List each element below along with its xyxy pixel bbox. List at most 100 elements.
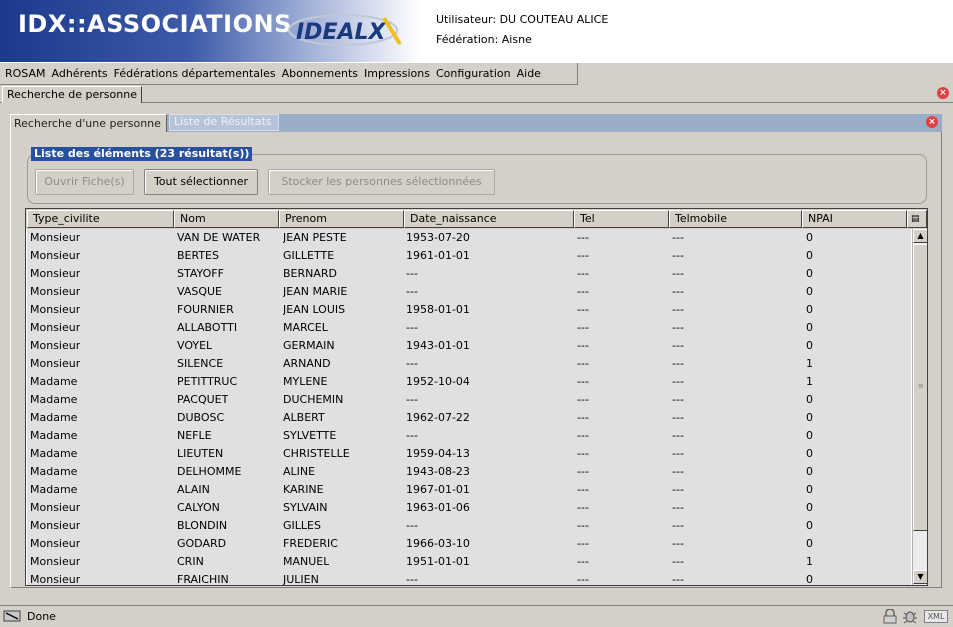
cell-npai: 0 (806, 429, 813, 442)
table-row[interactable]: Madame PETITTRUC MYLENE 1952-10-04 --- --- 1 (27, 373, 911, 391)
tab-recherche-personne-inner[interactable]: Recherche d'une personne (10, 114, 167, 133)
menu-configuration[interactable]: Configuration (433, 67, 514, 80)
menu-federations[interactable]: Fédérations départementales (111, 67, 279, 80)
table-row[interactable]: Monsieur CRIN MANUEL 1951-01-01 --- --- 1 (27, 553, 911, 571)
table-row[interactable]: Madame PACQUET DUCHEMIN --- --- --- 0 (27, 391, 911, 409)
table-row[interactable]: Monsieur BLONDIN GILLES --- --- --- 0 (27, 517, 911, 535)
col-type-civilite[interactable]: Type_civilite (27, 210, 174, 228)
table-row[interactable]: Madame ALAIN KARINE 1967-01-01 --- --- 0 (27, 481, 911, 499)
lock-icon (883, 609, 897, 624)
cell-npai: 0 (806, 537, 813, 550)
cell-prenom: ALBERT (283, 411, 325, 424)
col-date-naissance[interactable]: Date_naissance (404, 210, 574, 228)
table-row[interactable]: Monsieur FOURNIER JEAN LOUIS 1958-01-01 --- -… (27, 301, 911, 319)
cell-prenom: GILLES (283, 519, 321, 532)
close-tab-icon[interactable]: × (937, 87, 949, 99)
cell-npai: 0 (806, 231, 813, 244)
cell-tel: --- (577, 267, 589, 280)
scroll-thumb[interactable]: ≡ (913, 244, 927, 531)
cell-npai: 0 (806, 267, 813, 280)
table-row[interactable]: Monsieur VASQUE JEAN MARIE --- --- --- 0 (27, 283, 911, 301)
vertical-scrollbar[interactable]: ▲ ≡ ▼ (912, 229, 927, 585)
cell-npai: 0 (806, 249, 813, 262)
table-row[interactable]: Monsieur ALLABOTTI MARCEL --- --- --- 0 (27, 319, 911, 337)
cell-prenom: DUCHEMIN (283, 393, 344, 406)
cell-nom: DELHOMME (177, 465, 242, 478)
cell-nom: PACQUET (177, 393, 229, 406)
cell-telmobile: --- (672, 339, 684, 352)
cell-telmobile: --- (672, 501, 684, 514)
menu-abonnements[interactable]: Abonnements (279, 67, 361, 80)
cell-tel: --- (577, 249, 589, 262)
scroll-down-icon[interactable]: ▼ (913, 570, 927, 584)
user-name: Utilisateur: DU COUTEAU ALICE (436, 13, 609, 26)
cell-nom: LIEUTEN (177, 447, 224, 460)
cell-type-civilite: Monsieur (30, 519, 81, 532)
cell-date-naissance: 1959-04-13 (406, 447, 470, 460)
menu-adherents[interactable]: Adhérents (49, 67, 111, 80)
cell-tel: --- (577, 321, 589, 334)
cell-date-naissance: --- (406, 285, 418, 298)
table-row[interactable]: Madame DELHOMME ALINE 1943-08-23 --- --- 0 (27, 463, 911, 481)
col-telmobile[interactable]: Telmobile (669, 210, 802, 228)
bug-icon[interactable] (902, 609, 918, 624)
cell-npai: 0 (806, 483, 813, 496)
close-inner-tab-icon[interactable]: × (926, 116, 938, 128)
table-row[interactable]: Madame DUBOSC ALBERT 1962-07-22 --- --- 0 (27, 409, 911, 427)
table-row[interactable]: Monsieur VAN DE WATER JEAN PESTE 1953-07-20… (27, 229, 911, 247)
grip-icon: ≡ (918, 382, 924, 390)
select-all-button[interactable]: Tout sélectionner (144, 169, 258, 195)
cell-type-civilite: Madame (30, 393, 78, 406)
table-row[interactable]: Madame NEFLE SYLVETTE --- --- --- 0 (27, 427, 911, 445)
cell-prenom: GERMAIN (283, 339, 335, 352)
column-chooser-icon[interactable]: ▤ (907, 210, 927, 228)
cell-nom: VASQUE (177, 285, 222, 298)
cell-npai: 1 (806, 375, 813, 388)
cell-date-naissance: 1961-01-01 (406, 249, 470, 262)
store-selected-button[interactable]: Stocker les personnes sélectionnées (268, 169, 495, 195)
cell-npai: 1 (806, 555, 813, 568)
menu-impressions[interactable]: Impressions (361, 67, 433, 80)
cell-prenom: KARINE (283, 483, 324, 496)
cell-tel: --- (577, 393, 589, 406)
cell-tel: --- (577, 411, 589, 424)
cell-type-civilite: Monsieur (30, 303, 81, 316)
cell-type-civilite: Madame (30, 447, 78, 460)
cell-telmobile: --- (672, 537, 684, 550)
app-title: IDX::ASSOCIATIONS (18, 10, 292, 38)
table-row[interactable]: Monsieur VOYEL GERMAIN 1943-01-01 --- --- 0 (27, 337, 911, 355)
cell-npai: 1 (806, 357, 813, 370)
tab-recherche-personne[interactable]: Recherche de personne (2, 86, 142, 103)
menu-aide[interactable]: Aide (514, 67, 544, 80)
cell-type-civilite: Monsieur (30, 267, 81, 280)
scroll-up-icon[interactable]: ▲ (913, 229, 927, 243)
cell-prenom: GILLETTE (283, 249, 335, 262)
col-prenom[interactable]: Prenom (279, 210, 404, 228)
cell-prenom: JEAN LOUIS (283, 303, 346, 316)
cell-type-civilite: Madame (30, 375, 78, 388)
cell-date-naissance: 1967-01-01 (406, 483, 470, 496)
cell-date-naissance: --- (406, 321, 418, 334)
cell-nom: PETITTRUC (177, 375, 238, 388)
cell-type-civilite: Madame (30, 411, 78, 424)
cell-tel: --- (577, 357, 589, 370)
table-row[interactable]: Monsieur FRAICHIN JULIEN --- --- --- 0 (27, 571, 911, 585)
col-npai[interactable]: NPAI (802, 210, 907, 228)
table-row[interactable]: Monsieur SILENCE ARNAND --- --- --- 1 (27, 355, 911, 373)
logo-text: IDEALX (296, 20, 387, 45)
col-nom[interactable]: Nom (174, 210, 279, 228)
table-row[interactable]: Monsieur CALYON SYLVAIN 1963-01-06 --- --- 0 (27, 499, 911, 517)
table-row[interactable]: Monsieur STAYOFF BERNARD --- --- --- 0 (27, 265, 911, 283)
tab-liste-resultats[interactable]: Liste de Résultats (169, 114, 279, 131)
menu-rosam[interactable]: ROSAM (2, 67, 49, 80)
table-row[interactable]: Monsieur GODARD FREDERIC 1966-03-10 --- --- 0 (27, 535, 911, 553)
cell-date-naissance: --- (406, 267, 418, 280)
cell-nom: BERTES (177, 249, 219, 262)
cell-telmobile: --- (672, 411, 684, 424)
table-row[interactable]: Monsieur BERTES GILLETTE 1961-01-01 --- --- 0 (27, 247, 911, 265)
cell-prenom: SYLVAIN (283, 501, 328, 514)
open-record-button[interactable]: Ouvrir Fiche(s) (35, 169, 134, 195)
table-row[interactable]: Madame LIEUTEN CHRISTELLE 1959-04-13 --- --- 0 (27, 445, 911, 463)
col-tel[interactable]: Tel (574, 210, 669, 228)
cell-date-naissance: 1966-03-10 (406, 537, 470, 550)
